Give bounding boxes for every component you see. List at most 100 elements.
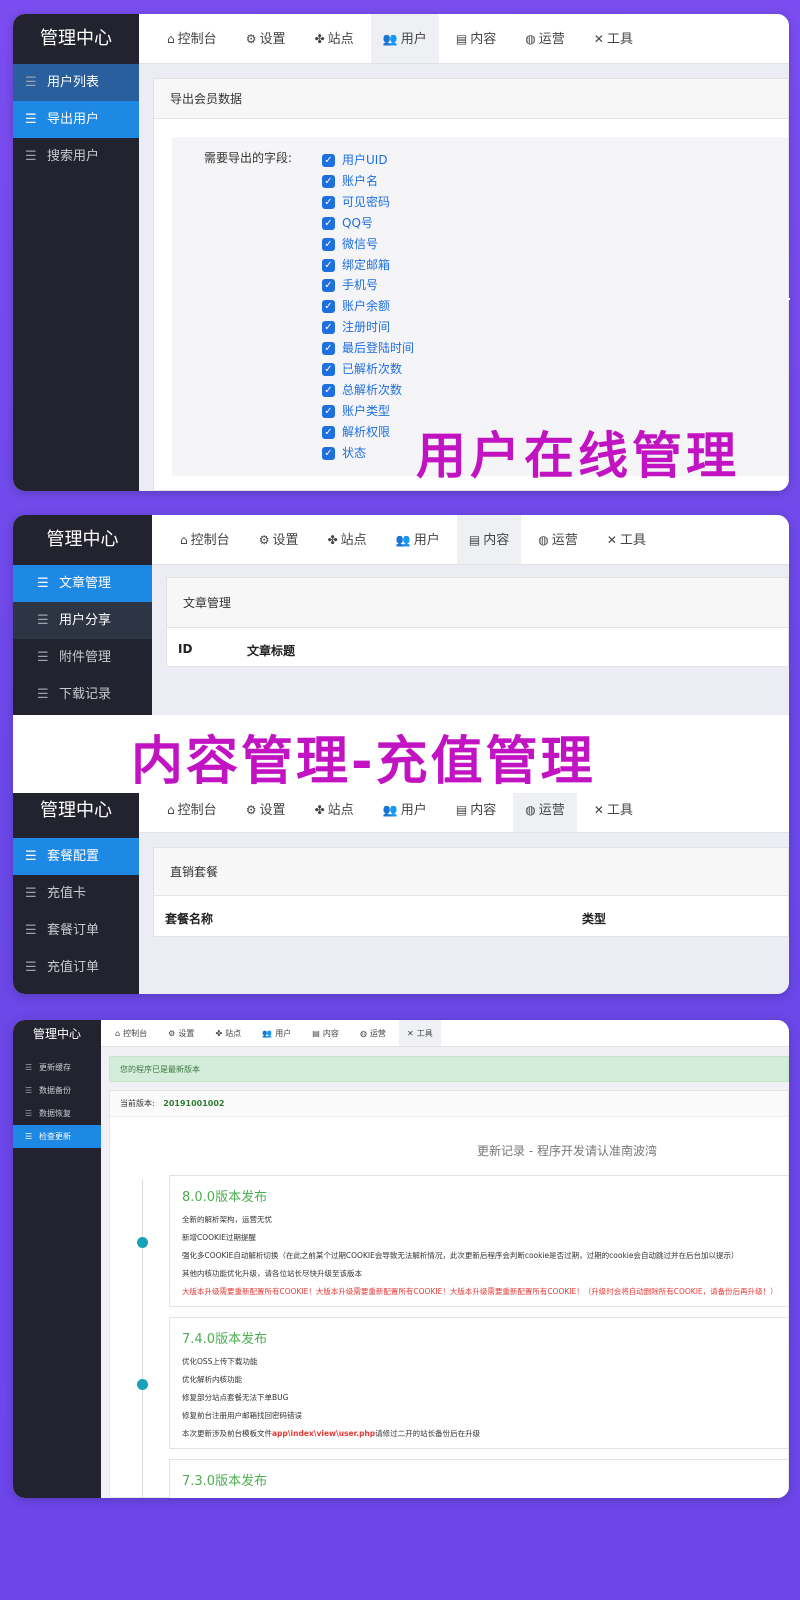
column-header-title: 文章标题 xyxy=(247,644,296,658)
top-nav: ⌂ 控制台 ⚙ 设置 ✤ 站点 👥 用户 ▤ 内容 ◍ 运营 ✕ 工具 xyxy=(139,14,789,64)
card-tools-update: 管理中心 ☰ 更新缓存 ☰ 数据备份 ☰ 数据恢复 ☰ 检查更新 ⌂ 控制台 ⚙ 设置 ✤ 站… xyxy=(13,1020,789,1498)
checkbox-checked-icon[interactable]: ✓ xyxy=(322,174,335,188)
tab-site[interactable]: ✤ 站点 xyxy=(316,515,379,564)
tab-settings[interactable]: ⚙ 设置 xyxy=(234,793,298,832)
checkbox-checked-icon[interactable]: ✓ xyxy=(322,300,335,314)
tab-user[interactable]: 👥 用户 xyxy=(371,793,439,832)
checkbox-checked-icon[interactable]: ✓ xyxy=(322,195,335,209)
export-field-option[interactable]: ✓ 账户名 xyxy=(322,171,378,192)
tab-tools[interactable]: ✕ 工具 xyxy=(582,14,645,63)
tab-site[interactable]: ✤ 站点 xyxy=(207,1020,249,1046)
checkbox-checked-icon[interactable]: ✓ xyxy=(322,446,335,460)
export-field-option[interactable]: ✓ 账户余额 xyxy=(322,296,390,317)
list-icon: ☰ xyxy=(25,886,37,901)
tab-operations[interactable]: ◍ 运营 xyxy=(526,515,590,564)
tab-settings[interactable]: ⚙ 设置 xyxy=(160,1020,202,1046)
release-note: 其他内核功能优化升级，请各位站长尽快升级至该版本 xyxy=(182,1269,362,1278)
tab-user[interactable]: 👥 用户 xyxy=(254,1020,299,1046)
export-field-option[interactable]: ✓ 绑定邮箱 xyxy=(322,255,390,276)
tab-content[interactable]: ▤ 内容 xyxy=(456,515,522,564)
checkbox-checked-icon[interactable]: ✓ xyxy=(322,363,335,376)
release-title: 7.3.0版本发布 xyxy=(182,1474,268,1489)
list-icon: ☰ xyxy=(37,576,49,591)
sidebar-item-user-list[interactable]: ☰ 用户列表 xyxy=(13,64,139,101)
version-row: 当前版本: 20191001002 xyxy=(110,1091,788,1117)
sidebar-item-refresh-cache[interactable]: ☰ 更新缓存 xyxy=(13,1056,101,1079)
export-field-option[interactable]: ✓ 已解析次数 xyxy=(322,359,402,380)
tab-dashboard[interactable]: ⌂ 控制台 xyxy=(155,14,229,63)
checkbox-checked-icon[interactable]: ✓ xyxy=(322,279,335,293)
export-field-label: 账户类型 xyxy=(342,403,391,418)
release-card: 8.0.0版本发布 全新的解析架构，运营无忧 新增COOKIE过期提醒 强化多COOK… xyxy=(169,1175,789,1307)
release-note: 修复前台注册用户邮箱找回密码错误 xyxy=(182,1411,302,1420)
tab-dashboard[interactable]: ⌂ 控制台 xyxy=(107,1020,155,1046)
sidebar-item-check-update[interactable]: ☰ 检查更新 xyxy=(13,1125,101,1148)
release-note: 修复部分站点套餐无法下单BUG xyxy=(182,1393,289,1402)
edge-mark xyxy=(786,298,790,300)
tab-tools[interactable]: ✕ 工具 xyxy=(582,793,645,832)
tab-dashboard[interactable]: ⌂ 控制台 xyxy=(168,515,242,564)
tab-tools[interactable]: ✕ 工具 xyxy=(595,515,658,564)
checkbox-checked-icon[interactable]: ✓ xyxy=(322,342,335,356)
list-icon: ☰ xyxy=(25,1109,33,1118)
sidebar-item-recharge-cards[interactable]: ☰ 充值卡 xyxy=(13,875,139,912)
list-icon: ☰ xyxy=(25,923,37,938)
tab-settings[interactable]: ⚙ 设置 xyxy=(247,515,311,564)
sidebar-item-attachments[interactable]: ☰ 附件管理 xyxy=(13,639,152,676)
tab-settings[interactable]: ⚙ 设置 xyxy=(234,14,298,63)
sidebar-item-packages[interactable]: ☰ 套餐配置 xyxy=(13,838,139,875)
export-field-option[interactable]: ✓ 可见密码 xyxy=(322,192,390,213)
export-field-option[interactable]: ✓ 手机号 xyxy=(322,275,378,296)
checkbox-checked-icon[interactable]: ✓ xyxy=(322,154,335,167)
tab-dashboard[interactable]: ⌂ 控制台 xyxy=(155,793,229,832)
checkbox-checked-icon[interactable]: ✓ xyxy=(322,425,335,439)
overlay-caption-content-recharge: 内容管理-充值管理 xyxy=(131,732,596,792)
tab-content[interactable]: ▤ 内容 xyxy=(444,14,508,63)
sidebar-item-export-users[interactable]: ☰ 导出用户 xyxy=(13,101,139,138)
checkbox-checked-icon[interactable]: ✓ xyxy=(322,383,335,397)
export-field-option[interactable]: ✓ 账户类型 xyxy=(322,401,390,422)
sidebar-item-downloads[interactable]: ☰ 下载记录 xyxy=(13,676,152,713)
export-field-option[interactable]: ✓ 注册时间 xyxy=(322,317,390,338)
tab-site[interactable]: ✤ 站点 xyxy=(303,793,366,832)
export-field-label: 已解析次数 xyxy=(342,362,403,376)
sidebar-item-recharge-orders[interactable]: ☰ 充值订单 xyxy=(13,949,139,986)
release-card: 7.3.0版本发布 xyxy=(169,1459,789,1498)
export-field-option[interactable]: ✓ 用户UID xyxy=(322,150,388,171)
export-field-option[interactable]: ✓ 总解析次数 xyxy=(322,380,402,401)
tab-operations[interactable]: ◍ 运营 xyxy=(352,1020,394,1046)
sidebar: 管理中心 ☰ 文章管理 ☰ 用户分享 ☰ 附件管理 ☰ 下载记录 xyxy=(13,515,152,715)
tab-user[interactable]: 👥 用户 xyxy=(384,515,452,564)
tab-site[interactable]: ✤ 站点 xyxy=(303,14,366,63)
tab-user[interactable]: 👥 用户 xyxy=(370,14,439,63)
column-header-type: 类型 xyxy=(582,912,607,926)
sidebar-item-articles[interactable]: ☰ 文章管理 xyxy=(13,565,152,602)
sidebar-item-search-users[interactable]: ☰ 搜索用户 xyxy=(13,138,139,175)
checkbox-checked-icon[interactable]: ✓ xyxy=(322,321,335,335)
export-field-option[interactable]: ✓ QQ号 xyxy=(322,213,373,234)
tab-tools[interactable]: ✕ 工具 xyxy=(399,1020,441,1046)
gear-icon: ⚙ xyxy=(245,803,257,817)
sidebar-item-user-shares[interactable]: ☰ 用户分享 xyxy=(13,602,152,639)
sidebar-item-backup[interactable]: ☰ 数据备份 xyxy=(13,1079,101,1102)
timeline-dot xyxy=(137,1237,148,1248)
export-field-label: 微信号 xyxy=(342,236,379,251)
sidebar-item-package-orders[interactable]: ☰ 套餐订单 xyxy=(13,912,139,949)
checkbox-checked-icon[interactable]: ✓ xyxy=(322,258,335,272)
tab-content[interactable]: ▤ 内容 xyxy=(304,1020,347,1046)
wrench-icon: ✕ xyxy=(407,1029,414,1038)
export-field-option[interactable]: ✓ 状态 xyxy=(322,443,366,464)
sidebar-item-restore[interactable]: ☰ 数据恢复 xyxy=(13,1102,101,1125)
checkbox-checked-icon[interactable]: ✓ xyxy=(322,404,335,418)
tab-operations[interactable]: ◍ 运营 xyxy=(513,793,577,832)
checkbox-checked-icon[interactable]: ✓ xyxy=(322,216,335,230)
tab-operations[interactable]: ◍ 运营 xyxy=(513,14,577,63)
card-user-export: 管理中心 ☰ 用户列表 ☰ 导出用户 ☰ 搜索用户 ⌂ 控制台 ⚙ 设置 ✤ 站点 👥 用户 … xyxy=(13,14,789,491)
globe-icon: ◍ xyxy=(525,803,536,817)
tab-content[interactable]: ▤ 内容 xyxy=(444,793,508,832)
export-field-option[interactable]: ✓ 解析权限 xyxy=(322,422,390,443)
export-field-option[interactable]: ✓ 最后登陆时间 xyxy=(322,338,414,359)
users-icon: 👥 xyxy=(395,533,411,547)
export-field-option[interactable]: ✓ 微信号 xyxy=(322,234,378,255)
checkbox-checked-icon[interactable]: ✓ xyxy=(322,237,335,251)
